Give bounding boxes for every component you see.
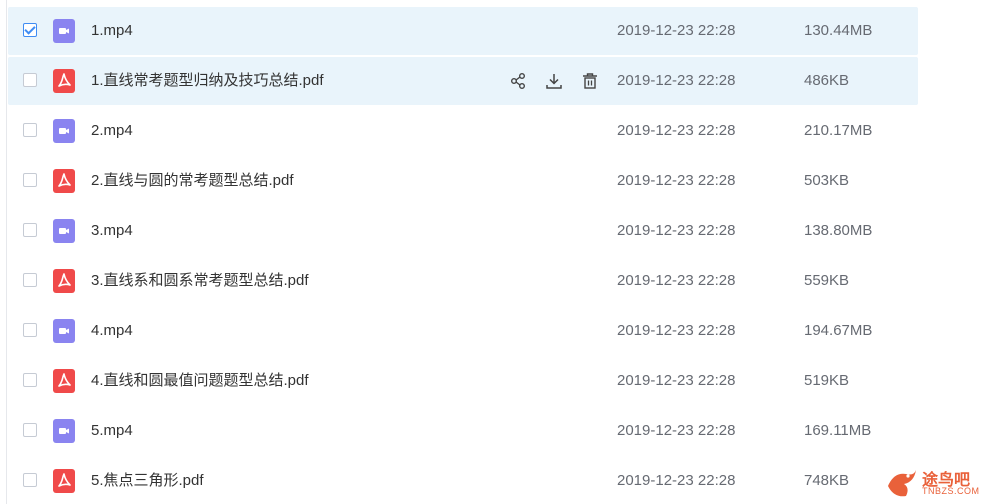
file-list: 1.mp4 2019-12-23 22:28 130.44MB 1.直线常考题型归纳及… [8, 7, 918, 504]
row-checkbox[interactable] [23, 373, 37, 387]
delete-icon[interactable] [578, 69, 602, 93]
video-file-icon [53, 319, 75, 343]
file-size: 130.44MB [804, 22, 873, 39]
row-checkbox[interactable] [23, 323, 37, 337]
file-row[interactable]: 5.焦点三角形.pdf 2019-12-23 22:28 748KB [8, 457, 918, 504]
row-checkbox[interactable] [23, 473, 37, 487]
file-size: 486KB [804, 72, 850, 89]
file-size: 138.80MB [804, 222, 873, 239]
video-file-icon [53, 19, 75, 43]
pdf-file-icon [53, 69, 75, 93]
file-row[interactable]: 5.mp4 2019-12-23 22:28 169.11MB [8, 407, 918, 455]
file-size: 169.11MB [804, 422, 872, 439]
file-size: 519KB [804, 372, 850, 389]
row-checkbox[interactable] [23, 423, 37, 437]
row-actions [506, 69, 602, 93]
row-checkbox[interactable] [23, 223, 37, 237]
file-row[interactable]: 4.mp4 2019-12-23 22:28 194.67MB [8, 307, 918, 355]
file-size: 559KB [804, 272, 850, 289]
file-name[interactable]: 1.直线常考题型归纳及技巧总结.pdf [91, 57, 324, 105]
video-file-icon [53, 219, 75, 243]
file-name[interactable]: 3.mp4 [91, 207, 133, 255]
file-list-panel: 1.mp4 2019-12-23 22:28 130.44MB 1.直线常考题型归纳及… [0, 0, 988, 504]
file-name[interactable]: 2.直线与圆的常考题型总结.pdf [91, 157, 294, 205]
file-row[interactable]: 3.直线系和圆系常考题型总结.pdf 2019-12-23 22:28 559KB [8, 257, 918, 305]
file-date: 2019-12-23 22:28 [617, 122, 736, 139]
file-name[interactable]: 4.直线和圆最值问题题型总结.pdf [91, 357, 309, 405]
row-checkbox[interactable] [23, 273, 37, 287]
file-date: 2019-12-23 22:28 [617, 472, 736, 489]
pdf-file-icon [53, 169, 75, 193]
file-size: 503KB [804, 172, 850, 189]
watermark-bird-icon [888, 470, 916, 497]
watermark-subtext: TNBZS.COM [922, 486, 980, 496]
row-checkbox[interactable] [23, 23, 37, 37]
file-date: 2019-12-23 22:28 [617, 22, 736, 39]
file-name[interactable]: 1.mp4 [91, 7, 133, 55]
file-size: 194.67MB [804, 322, 873, 339]
file-name[interactable]: 5.焦点三角形.pdf [91, 457, 204, 504]
file-row[interactable]: 2.直线与圆的常考题型总结.pdf 2019-12-23 22:28 503KB [8, 157, 918, 205]
file-date: 2019-12-23 22:28 [617, 322, 736, 339]
video-file-icon [53, 419, 75, 443]
file-date: 2019-12-23 22:28 [617, 172, 736, 189]
file-row[interactable]: 3.mp4 2019-12-23 22:28 138.80MB [8, 207, 918, 255]
pdf-file-icon [53, 469, 75, 493]
file-name[interactable]: 4.mp4 [91, 307, 133, 355]
file-row[interactable]: 2.mp4 2019-12-23 22:28 210.17MB [8, 107, 918, 155]
watermark-logo: 途鸟吧 TNBZS.COM [884, 466, 984, 502]
file-name[interactable]: 3.直线系和圆系常考题型总结.pdf [91, 257, 309, 305]
video-file-icon [53, 119, 75, 143]
pdf-file-icon [53, 269, 75, 293]
file-size: 748KB [804, 472, 850, 489]
file-date: 2019-12-23 22:28 [617, 72, 736, 89]
row-checkbox[interactable] [23, 73, 37, 87]
row-checkbox[interactable] [23, 123, 37, 137]
file-row[interactable]: 1.mp4 2019-12-23 22:28 130.44MB [8, 7, 918, 55]
file-date: 2019-12-23 22:28 [617, 372, 736, 389]
file-size: 210.17MB [804, 122, 873, 139]
file-row[interactable]: 1.直线常考题型归纳及技巧总结.pdf 2019-12-23 22:28 486KB [8, 57, 918, 105]
pdf-file-icon [53, 369, 75, 393]
file-date: 2019-12-23 22:28 [617, 222, 736, 239]
file-row[interactable]: 4.直线和圆最值问题题型总结.pdf 2019-12-23 22:28 519KB [8, 357, 918, 405]
file-name[interactable]: 2.mp4 [91, 107, 133, 155]
download-icon[interactable] [542, 69, 566, 93]
file-date: 2019-12-23 22:28 [617, 272, 736, 289]
share-icon[interactable] [506, 69, 530, 93]
file-date: 2019-12-23 22:28 [617, 422, 736, 439]
row-checkbox[interactable] [23, 173, 37, 187]
panel-left-border [6, 0, 7, 504]
file-name[interactable]: 5.mp4 [91, 407, 133, 455]
